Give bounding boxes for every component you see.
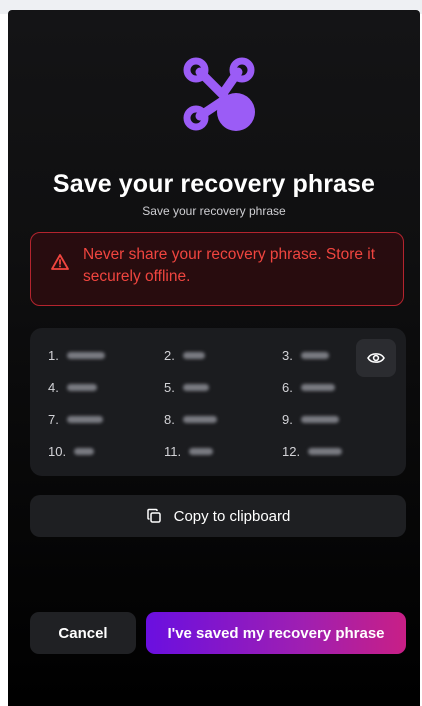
blurred-word: [300, 351, 329, 359]
phrase-word: 1.: [48, 347, 105, 363]
blurred-word: [300, 415, 339, 423]
word-index: 9.: [282, 411, 293, 427]
word-index: 10.: [48, 443, 67, 459]
copy-icon: [146, 508, 161, 523]
phrase-word: 3.: [282, 347, 329, 363]
phrase-word: 9.: [282, 411, 339, 427]
blurred-word: [182, 383, 209, 391]
word-index: 4.: [48, 379, 59, 395]
phrase-word: 8.: [164, 411, 217, 427]
blurred-word: [66, 383, 97, 391]
cancel-button[interactable]: Cancel: [30, 612, 136, 654]
word-index: 12.: [282, 443, 301, 459]
word-index: 11.: [164, 443, 182, 459]
word-index: 5.: [164, 379, 175, 395]
warning-text: Never share your recovery phrase. Store …: [83, 246, 376, 285]
page-title: Save your recovery phrase: [52, 170, 376, 198]
phrase-word: 10.: [48, 443, 95, 459]
phrase-word: 11.: [164, 443, 214, 459]
reveal-phrase-button[interactable]: [356, 339, 396, 377]
phrase-word: 7.: [48, 411, 103, 427]
warning-banner: Never share your recovery phrase. Store …: [30, 232, 404, 306]
phrase-word: 6.: [282, 379, 335, 395]
blurred-word: [189, 447, 214, 455]
word-index: 1.: [48, 347, 59, 363]
warning-triangle-icon: [51, 254, 69, 270]
word-index: 3.: [282, 347, 293, 363]
blurred-word: [308, 447, 343, 455]
page-subtitle: Save your recovery phrase: [142, 204, 286, 218]
phrase-word: 4.: [48, 379, 97, 395]
blurred-word: [66, 415, 103, 423]
word-index: 8.: [164, 411, 175, 427]
phrase-word: 2.: [164, 347, 205, 363]
blurred-word: [182, 415, 217, 423]
recovery-phrase-dialog: Save your recovery phrase Save your reco…: [8, 10, 420, 706]
phrase-word: 12.: [282, 443, 343, 459]
word-index: 7.: [48, 411, 59, 427]
blurred-word: [182, 351, 205, 359]
cancel-button-label: Cancel: [58, 624, 108, 642]
network-nodes-logo-icon: [183, 57, 255, 131]
copy-button-label: Copy to clipboard: [173, 507, 291, 525]
copy-to-clipboard-button[interactable]: Copy to clipboard: [30, 495, 406, 537]
blurred-word: [74, 447, 95, 455]
confirm-button-label: I've saved my recovery phrase: [167, 624, 385, 642]
word-index: 6.: [282, 379, 293, 395]
blurred-word: [66, 351, 105, 359]
phrase-word: 5.: [164, 379, 209, 395]
eye-icon: [367, 353, 385, 363]
blurred-word: [300, 383, 335, 391]
word-index: 2.: [164, 347, 175, 363]
confirm-saved-button[interactable]: I've saved my recovery phrase: [146, 612, 406, 654]
recovery-phrase-grid: 1. 2. 3. 4. 5. 6. 7. 8. 9. 10. 11. 12.: [30, 328, 406, 476]
